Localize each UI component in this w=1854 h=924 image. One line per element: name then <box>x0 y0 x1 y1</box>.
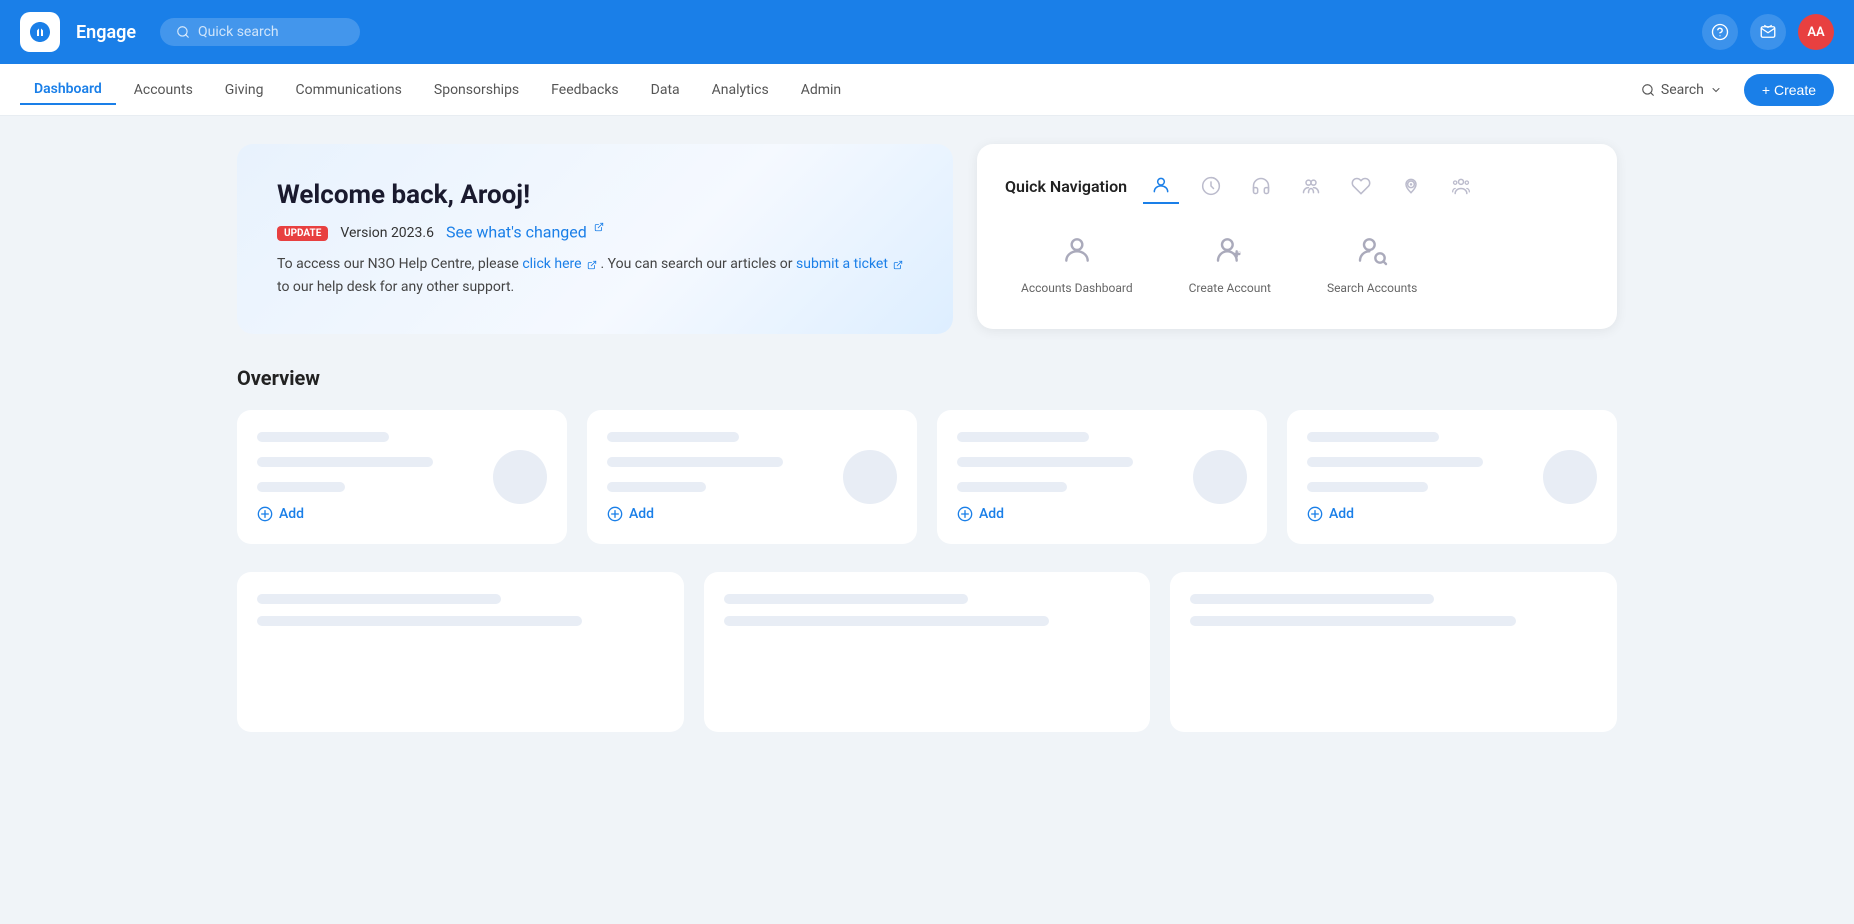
overview-title: Overview <box>237 366 1617 390</box>
accounts-dashboard-icon <box>1061 234 1093 273</box>
search-accounts-icon <box>1356 234 1388 273</box>
help-text: To access our N3O Help Centre, please cl… <box>277 253 913 298</box>
quick-nav-header: Quick Navigation <box>1005 168 1589 204</box>
nav-search-button[interactable]: Search <box>1631 76 1732 104</box>
qn-tab-sponsorships[interactable] <box>1293 168 1329 204</box>
quick-nav-title: Quick Navigation <box>1005 177 1127 196</box>
overview-card-3: Add <box>937 410 1267 544</box>
overview-card-r2-2 <box>704 572 1151 732</box>
skeleton-line <box>957 482 1067 492</box>
skeleton-line <box>957 432 1089 442</box>
skeleton-line <box>607 482 706 492</box>
qn-tab-data[interactable] <box>1393 168 1429 204</box>
create-button[interactable]: + Create <box>1744 74 1834 106</box>
overview-card-4: Add <box>1287 410 1617 544</box>
see-whats-changed-link[interactable]: See what's changed <box>446 222 587 241</box>
skeleton-line <box>257 482 345 492</box>
welcome-prefix: Welcome back, <box>277 180 460 210</box>
skeleton-line <box>607 432 739 442</box>
nav-search-label: Search <box>1661 82 1704 98</box>
skeleton-line <box>1307 482 1428 492</box>
card-add-button-1[interactable]: Add <box>257 506 547 522</box>
nav-item-feedbacks[interactable]: Feedbacks <box>537 76 632 104</box>
card-add-button-4[interactable]: Add <box>1307 506 1597 522</box>
nav-item-giving[interactable]: Giving <box>211 76 278 104</box>
create-account-item[interactable]: Create Account <box>1173 224 1287 305</box>
topbar-actions: AA <box>1702 14 1834 50</box>
navbar: Dashboard Accounts Giving Communications… <box>0 64 1854 116</box>
nav-item-analytics[interactable]: Analytics <box>698 76 783 104</box>
nav-right: Search + Create <box>1631 74 1834 106</box>
submit-ticket-link[interactable]: submit a ticket <box>796 256 888 272</box>
qn-tab-feedbacks[interactable] <box>1343 168 1379 204</box>
overview-card-1: Add <box>237 410 567 544</box>
overview-cards-row2 <box>237 572 1617 732</box>
overview-card-r2-3 <box>1170 572 1617 732</box>
quick-search-placeholder: Quick search <box>198 24 279 40</box>
qn-tab-giving[interactable] <box>1193 168 1229 204</box>
overview-card-r2-1 <box>237 572 684 732</box>
topbar: Engage Quick search AA <box>0 0 1854 64</box>
skeleton-line <box>1307 457 1483 467</box>
skeleton-circle <box>1543 450 1597 504</box>
quick-nav-card: Quick Navigation <box>977 144 1617 329</box>
search-accounts-item[interactable]: Search Accounts <box>1311 224 1433 305</box>
quick-search[interactable]: Quick search <box>160 18 360 46</box>
main-content: Welcome back, Arooj! UPDATE Version 2023… <box>177 116 1677 760</box>
welcome-area: Welcome back, Arooj! UPDATE Version 2023… <box>237 144 1617 334</box>
skeleton-circle <box>1193 450 1247 504</box>
qn-tab-analytics[interactable] <box>1443 168 1479 204</box>
update-badge: UPDATE <box>277 226 328 241</box>
create-account-icon <box>1214 234 1246 273</box>
help-button[interactable] <box>1702 14 1738 50</box>
nav-item-accounts[interactable]: Accounts <box>120 76 207 104</box>
search-accounts-label: Search Accounts <box>1327 281 1417 295</box>
accounts-dashboard-label: Accounts Dashboard <box>1021 281 1133 295</box>
skeleton-line <box>957 457 1133 467</box>
notifications-button[interactable] <box>1750 14 1786 50</box>
skeleton-line <box>257 457 433 467</box>
quick-nav-icon-tabs <box>1143 168 1479 204</box>
nav-item-data[interactable]: Data <box>637 76 694 104</box>
quick-nav-items: Accounts Dashboard Create Account <box>1005 224 1589 305</box>
skeleton-circle <box>493 450 547 504</box>
card-add-button-2[interactable]: Add <box>607 506 897 522</box>
app-title: Engage <box>76 22 136 43</box>
overview-card-2: Add <box>587 410 917 544</box>
skeleton-line <box>257 432 389 442</box>
create-account-label: Create Account <box>1189 281 1271 295</box>
qn-tab-communications[interactable] <box>1243 168 1279 204</box>
nav-item-sponsorships[interactable]: Sponsorships <box>420 76 533 104</box>
user-avatar[interactable]: AA <box>1798 14 1834 50</box>
version-text: Version 2023.6 <box>340 225 434 241</box>
welcome-title: Welcome back, Arooj! <box>277 180 913 210</box>
overview-cards-row1: Add Add <box>237 410 1617 544</box>
qn-tab-accounts[interactable] <box>1143 168 1179 204</box>
nav-item-communications[interactable]: Communications <box>282 76 416 104</box>
nav-items: Dashboard Accounts Giving Communications… <box>20 75 1631 105</box>
skeleton-line <box>607 457 783 467</box>
skeleton-circle <box>843 450 897 504</box>
accounts-dashboard-item[interactable]: Accounts Dashboard <box>1005 224 1149 305</box>
nav-item-admin[interactable]: Admin <box>787 76 855 104</box>
create-button-label: + Create <box>1762 82 1816 98</box>
skeleton-line <box>1307 432 1439 442</box>
welcome-card: Welcome back, Arooj! UPDATE Version 2023… <box>237 144 953 334</box>
click-here-link[interactable]: click here <box>522 256 581 272</box>
nav-item-dashboard[interactable]: Dashboard <box>20 75 116 105</box>
card-add-button-3[interactable]: Add <box>957 506 1247 522</box>
app-logo[interactable] <box>20 12 60 52</box>
welcome-username: Arooj! <box>460 180 530 210</box>
version-row: UPDATE Version 2023.6 See what's changed <box>277 220 913 241</box>
